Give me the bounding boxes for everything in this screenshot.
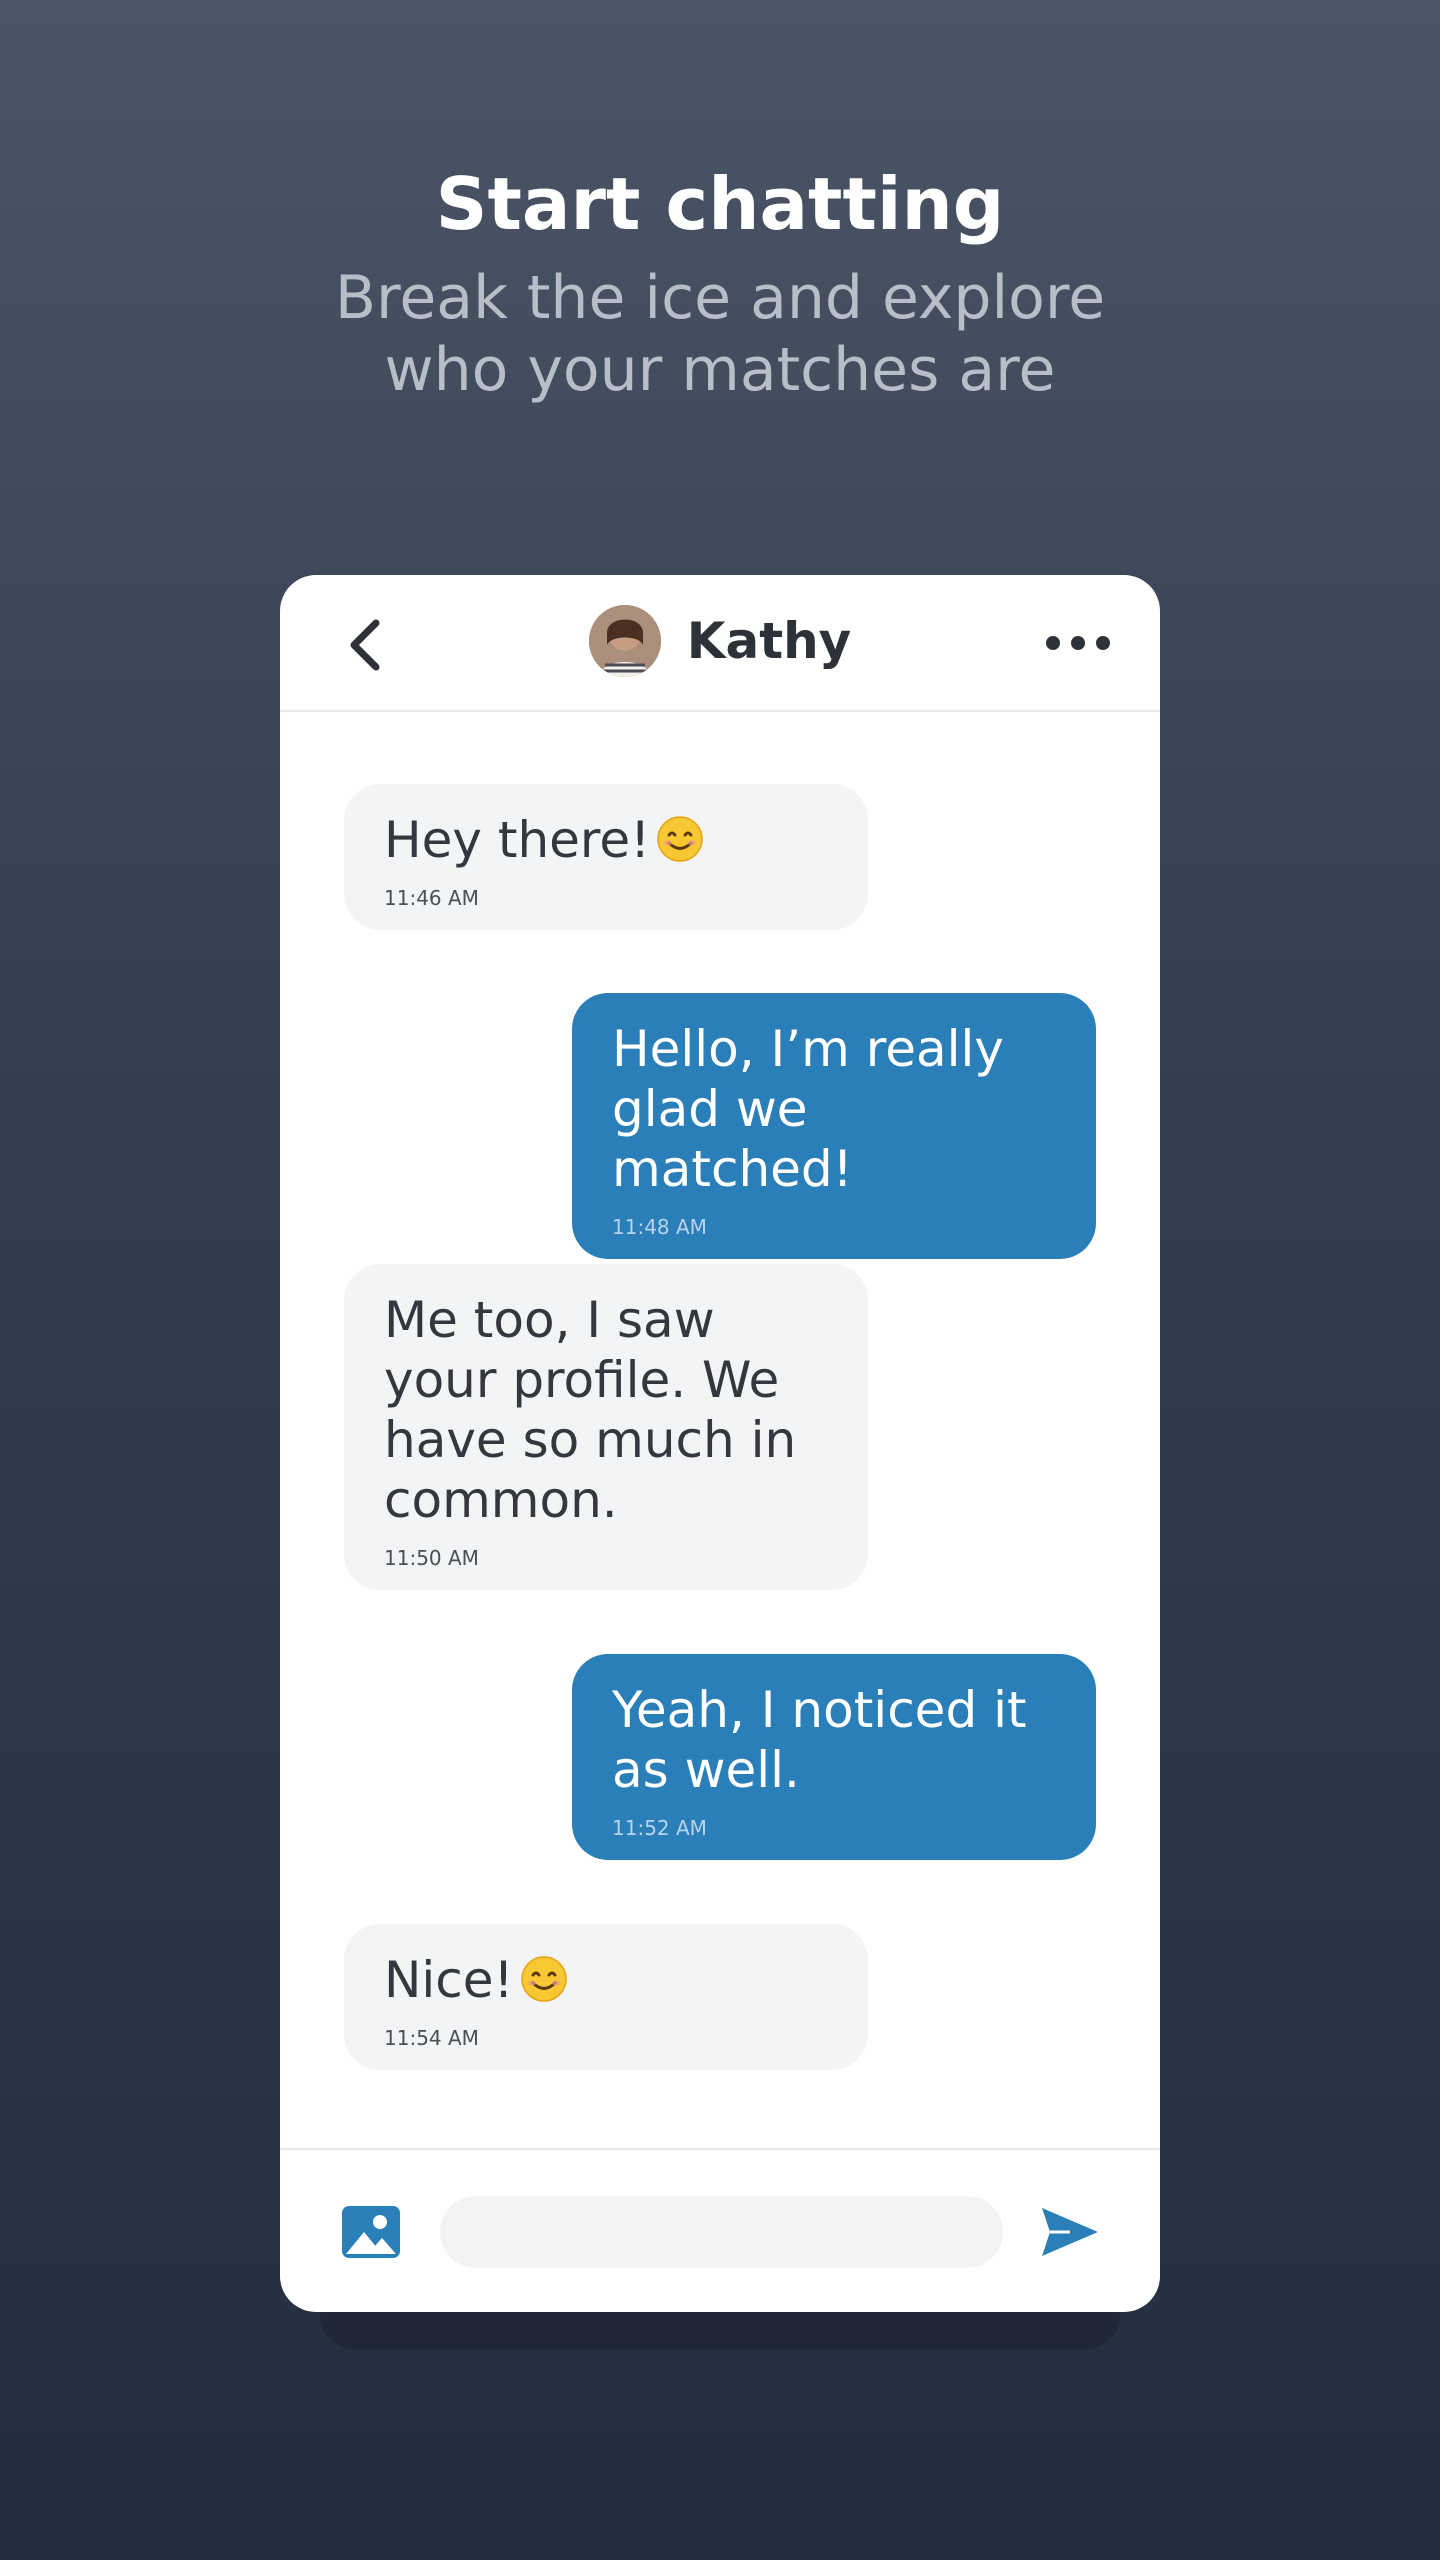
- message-outgoing[interactable]: Yeah, I noticed it as well. 11:52 AM: [572, 1654, 1096, 1860]
- send-icon: [1042, 2208, 1098, 2256]
- message-text: Hello, I’m really glad we matched!: [612, 1020, 1004, 1198]
- contact-name: Kathy: [686, 612, 852, 670]
- message-input[interactable]: [440, 2196, 1003, 2268]
- message-time: 11:54 AM: [384, 2026, 479, 2050]
- message-time: 11:52 AM: [612, 1816, 707, 1840]
- message-incoming[interactable]: Nice! 11:54 AM: [344, 1924, 868, 2070]
- hero-title: Start chatting: [435, 162, 1005, 246]
- message-text: Nice!: [384, 1951, 514, 2009]
- message-incoming[interactable]: Me too, I saw your profile. We have so m…: [344, 1264, 868, 1590]
- contact-info[interactable]: Kathy: [280, 605, 1160, 677]
- message-text: Yeah, I noticed it as well.: [612, 1681, 1027, 1799]
- message-outgoing[interactable]: Hello, I’m really glad we matched! 11:48…: [572, 993, 1096, 1259]
- more-options-button[interactable]: [1046, 623, 1110, 663]
- message-time: 11:46 AM: [384, 886, 479, 910]
- smiling-face-emoji: [657, 816, 703, 862]
- message-text: Hey there!: [384, 811, 651, 869]
- message-text: Me too, I saw your profile. We have so m…: [384, 1291, 797, 1529]
- attach-photo-button[interactable]: [342, 2206, 400, 2258]
- chat-header: Kathy: [280, 575, 1160, 712]
- hero: Start chatting Break the ice and explore…: [0, 160, 1440, 406]
- message-list[interactable]: Hey there! 11:46 AM Hello, I’m really gl…: [280, 712, 1160, 2122]
- image-icon: [342, 2206, 400, 2258]
- message-time: 11:50 AM: [384, 1546, 479, 1570]
- hero-subtitle: Break the ice and explore who your match…: [334, 263, 1106, 405]
- message-time: 11:48 AM: [612, 1215, 707, 1239]
- smiling-face-emoji: [520, 1956, 567, 2002]
- chat-window: Kathy Hey there! 11:46 AM Hello, I’m rea…: [280, 575, 1160, 2312]
- avatar[interactable]: [588, 605, 661, 677]
- message-composer: [280, 2148, 1160, 2312]
- send-button[interactable]: [1040, 2206, 1100, 2258]
- more-horizontal-icon: [1046, 636, 1060, 650]
- message-incoming[interactable]: Hey there! 11:46 AM: [344, 784, 868, 930]
